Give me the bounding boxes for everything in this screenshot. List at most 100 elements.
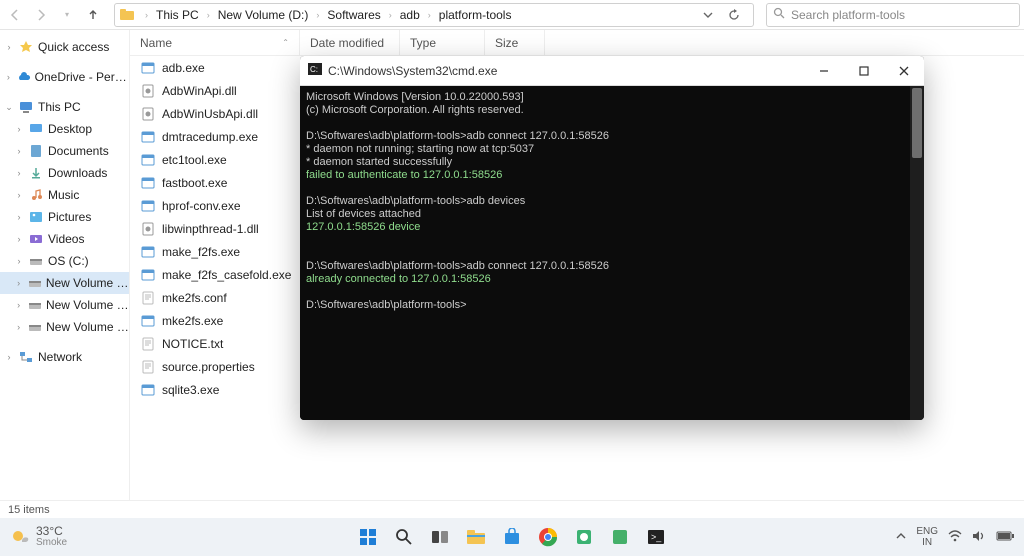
file-name: sqlite3.exe [162,383,219,397]
sidebar-desktop[interactable]: ›Desktop [0,118,129,140]
column-headers: Name⌃ Date modified Type Size [130,30,1024,56]
sidebar-videos[interactable]: ›Videos [0,228,129,250]
taskview-button[interactable] [426,523,454,551]
cmd-scrollbar[interactable] [910,86,924,420]
chevron-right-icon: › [139,10,154,20]
minimize-button[interactable] [804,56,844,86]
file-name: mke2fs.conf [162,291,227,305]
tray-chevron-icon[interactable] [896,530,906,544]
status-item-count: 15 items [8,504,50,516]
sidebar-this-pc[interactable]: ⌄This PC [0,96,129,118]
file-icon [140,221,156,237]
sort-indicator-icon: ⌃ [282,38,289,47]
videos-icon [28,231,44,247]
status-bar: 15 items [0,500,1024,518]
file-name: dmtracedump.exe [162,130,258,144]
language-indicator[interactable]: ENGIN [916,526,938,548]
svg-text:>_: >_ [651,532,662,542]
cloud-icon [17,69,31,85]
sidebar-network[interactable]: ›Network [0,346,129,368]
file-name: AdbWinApi.dll [162,84,237,98]
network-icon [18,349,34,365]
cmd-titlebar[interactable]: C: C:\Windows\System32\cmd.exe [300,56,924,86]
cmd-scroll-thumb[interactable] [912,88,922,158]
column-type[interactable]: Type [400,30,485,55]
wsa-button[interactable] [570,523,598,551]
folder-icon [119,7,135,23]
breadcrumb-item[interactable]: Softwares [325,8,382,22]
file-icon [140,129,156,145]
sidebar-music[interactable]: ›Music [0,184,129,206]
file-icon [140,382,156,398]
search-button[interactable] [390,523,418,551]
weather-desc: Smoke [36,537,67,549]
maximize-button[interactable] [844,56,884,86]
drive-icon [27,275,42,291]
file-icon [140,313,156,329]
sidebar-drive-d[interactable]: ›New Volume (D:) [0,272,129,294]
weather-widget[interactable]: 33°C Smoke [0,525,67,549]
breadcrumb-item[interactable]: This PC [154,8,201,22]
file-name: mke2fs.exe [162,314,223,328]
file-name: source.properties [162,360,255,374]
sidebar-onedrive[interactable]: ›OneDrive - Personal [0,66,129,88]
close-button[interactable] [884,56,924,86]
file-name: AdbWinUsbApi.dll [162,107,258,121]
app-button[interactable] [606,523,634,551]
nav-sidebar: ›Quick access ›OneDrive - Personal ⌄This… [0,30,130,500]
breadcrumb-item[interactable]: adb [398,8,422,22]
up-button[interactable] [82,4,104,26]
weather-icon [10,526,30,549]
drive-icon [28,253,44,269]
column-size[interactable]: Size [485,30,545,55]
documents-icon [28,143,44,159]
search-icon [773,7,785,22]
address-dropdown-button[interactable] [697,4,719,26]
chrome-button[interactable] [534,523,562,551]
explorer-button[interactable] [462,523,490,551]
sidebar-quick-access[interactable]: ›Quick access [0,36,129,58]
column-name[interactable]: Name⌃ [130,30,300,55]
breadcrumb-item[interactable]: New Volume (D:) [216,8,311,22]
wifi-icon[interactable] [948,530,962,545]
sidebar-pictures[interactable]: ›Pictures [0,206,129,228]
start-button[interactable] [354,523,382,551]
file-icon [140,152,156,168]
explorer-toolbar: ▾ › This PC › New Volume (D:) › Software… [0,0,1024,30]
cmd-window[interactable]: C: C:\Windows\System32\cmd.exe Microsoft… [300,56,924,420]
recent-locations-button[interactable]: ▾ [56,4,78,26]
address-bar[interactable]: › This PC › New Volume (D:) › Softwares … [114,3,754,27]
desktop-icon [28,121,44,137]
sidebar-drive-c[interactable]: ›OS (C:) [0,250,129,272]
cmd-body[interactable]: Microsoft Windows [Version 10.0.22000.59… [300,86,924,420]
store-button[interactable] [498,523,526,551]
music-icon [28,187,44,203]
sidebar-downloads[interactable]: ›Downloads [0,162,129,184]
breadcrumb-item[interactable]: platform-tools [437,8,514,22]
file-name: fastboot.exe [162,176,227,190]
file-icon [140,359,156,375]
back-button[interactable] [4,4,26,26]
file-icon [140,244,156,260]
file-icon [140,106,156,122]
drive-icon [27,297,42,313]
search-input[interactable]: Search platform-tools [766,3,1020,27]
file-icon [140,336,156,352]
sidebar-drive-e[interactable]: ›New Volume (E:) [0,294,129,316]
refresh-button[interactable] [723,4,745,26]
search-placeholder: Search platform-tools [791,8,905,22]
forward-button[interactable] [30,4,52,26]
file-icon [140,60,156,76]
sidebar-drive-f[interactable]: ›New Volume (F:) [0,316,129,338]
cmd-output[interactable]: Microsoft Windows [Version 10.0.22000.59… [300,86,910,420]
battery-icon[interactable] [996,530,1014,544]
cmd-icon: C: [308,63,322,78]
file-name: adb.exe [162,61,205,75]
column-date-modified[interactable]: Date modified [300,30,400,55]
file-icon [140,175,156,191]
pictures-icon [28,209,44,225]
taskbar: 33°C Smoke >_ ENGIN [0,518,1024,556]
cmd-button[interactable]: >_ [642,523,670,551]
sidebar-documents[interactable]: ›Documents [0,140,129,162]
volume-icon[interactable] [972,530,986,545]
